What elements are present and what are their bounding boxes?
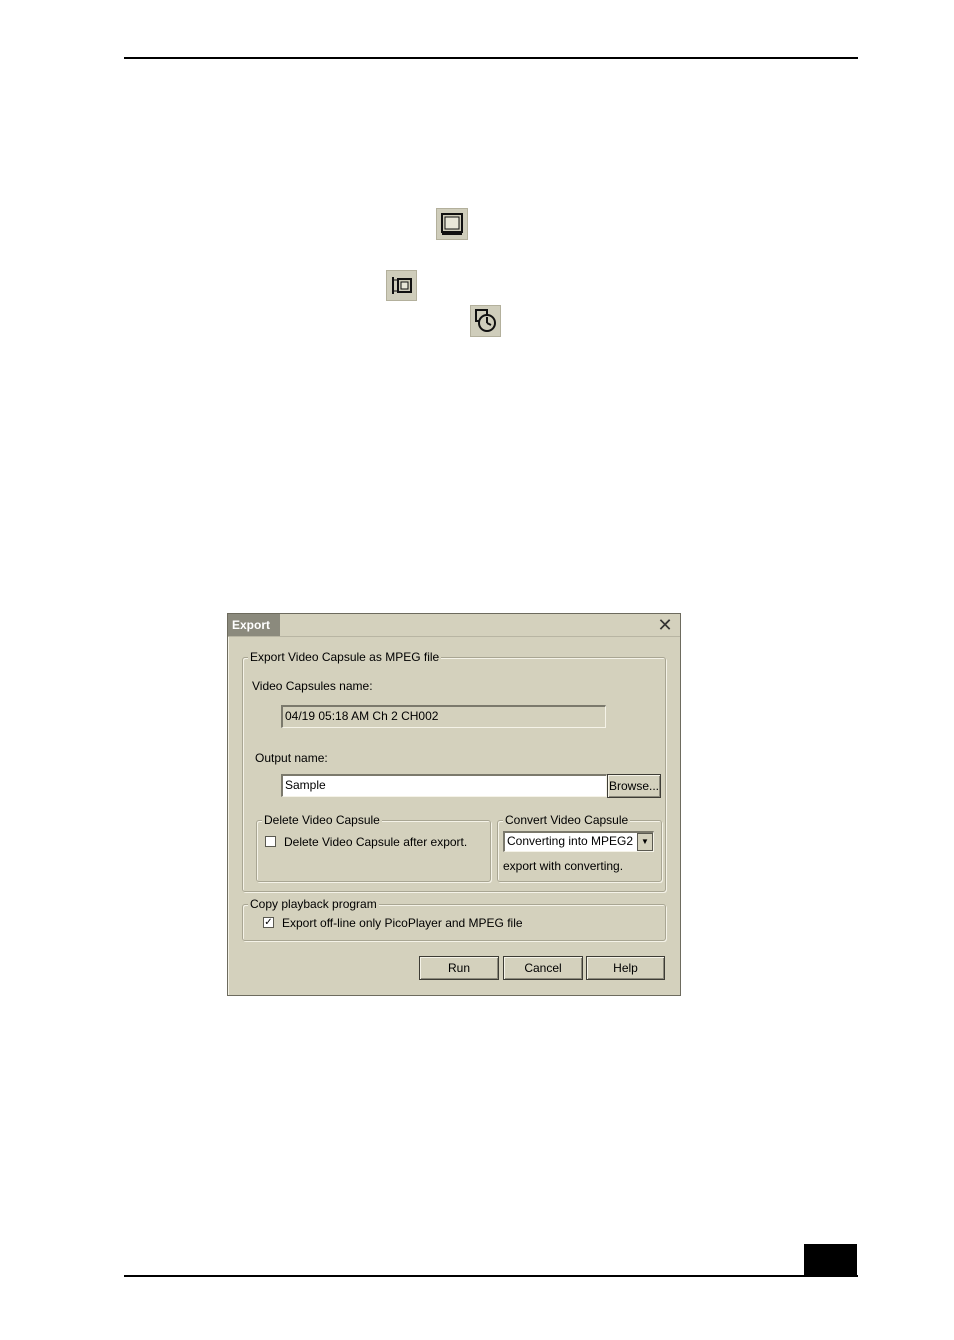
capsules-name-field: 04/19 05:18 AM Ch 2 CH002 bbox=[281, 705, 606, 728]
convert-group-label: Convert Video Capsule bbox=[503, 813, 631, 827]
copy-group-label: Copy playback program bbox=[248, 897, 379, 911]
timer-clock-icon bbox=[470, 305, 501, 337]
export-dialog: Export ✕ Export Video Capsule as MPEG fi… bbox=[227, 613, 681, 996]
capsules-name-label: Video Capsules name: bbox=[252, 679, 373, 693]
delete-checkbox-label: Delete Video Capsule after export. bbox=[284, 835, 468, 849]
export-group-label: Export Video Capsule as MPEG file bbox=[248, 650, 442, 664]
video-camera-icon bbox=[386, 270, 417, 301]
header-rule bbox=[124, 57, 858, 59]
delete-checkbox[interactable] bbox=[265, 836, 276, 847]
footer-rule bbox=[124, 1275, 858, 1277]
delete-group: Delete Video Capsule bbox=[256, 813, 491, 882]
page-number-tab bbox=[804, 1244, 857, 1277]
copy-checkbox-label: Export off-line only PicoPlayer and MPEG… bbox=[282, 916, 523, 930]
dialog-titlebar[interactable]: Export ✕ bbox=[228, 614, 680, 637]
copy-checkbox[interactable]: ✓ bbox=[263, 917, 274, 928]
convert-format-select[interactable]: Converting into MPEG2 ▼ bbox=[503, 831, 654, 852]
convert-format-value: Converting into MPEG2 bbox=[507, 834, 634, 848]
output-name-label: Output name: bbox=[255, 751, 328, 765]
convert-note: export with converting. bbox=[503, 859, 624, 873]
help-button[interactable]: Help bbox=[586, 956, 665, 980]
output-name-field[interactable]: Sample bbox=[281, 774, 607, 797]
browse-button[interactable]: Browse... bbox=[607, 774, 661, 798]
dialog-title: Export bbox=[228, 614, 280, 636]
screen-icon bbox=[436, 208, 468, 240]
close-icon[interactable]: ✕ bbox=[656, 616, 674, 634]
cancel-button[interactable]: Cancel bbox=[503, 956, 583, 980]
delete-group-label: Delete Video Capsule bbox=[262, 813, 382, 827]
run-button[interactable]: Run bbox=[419, 956, 499, 980]
chevron-down-icon[interactable]: ▼ bbox=[637, 833, 653, 851]
